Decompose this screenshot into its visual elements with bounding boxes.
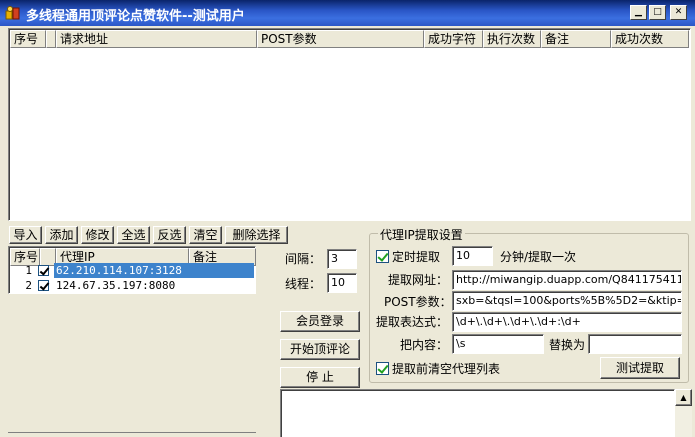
col-success-string[interactable]: 成功字符 — [424, 30, 483, 48]
test-fetch-button[interactable]: 测试提取 — [600, 357, 680, 379]
request-list[interactable]: 序号 请求地址 POST参数 成功字符 执行次数 备注 成功次数 — [8, 28, 691, 221]
proxy-row-ip: 124.67.35.197:8080 — [56, 279, 176, 292]
start-comment-button[interactable]: 开始顶评论 — [280, 339, 360, 360]
stop-button[interactable]: 停 止 — [280, 367, 360, 388]
interval-label: 间隔： — [285, 252, 322, 266]
interval-input[interactable]: 3 — [327, 249, 357, 269]
clear-button[interactable]: 清空 — [189, 226, 222, 244]
proxy-row-ip: 62.210.114.107:3128 — [54, 263, 187, 278]
clear-before-fetch-label[interactable]: 提取前清空代理列表 — [392, 361, 500, 377]
app-icon — [5, 6, 20, 20]
col-request-url[interactable]: 请求地址 — [56, 30, 257, 48]
col-note[interactable]: 备注 — [541, 30, 611, 48]
check-icon[interactable] — [38, 280, 49, 291]
threads-label: 线程： — [285, 277, 322, 291]
delete-selected-button[interactable]: 删除选择 — [225, 226, 288, 244]
col-success-count[interactable]: 成功次数 — [611, 30, 689, 48]
edit-button[interactable]: 修改 — [81, 226, 114, 244]
import-button[interactable]: 导入 — [9, 226, 42, 244]
close-button[interactable]: ✕ — [670, 5, 687, 20]
replace-with-input[interactable] — [588, 334, 682, 354]
replace-content-input[interactable]: \s — [452, 334, 544, 354]
proxy-row-checkbox[interactable] — [36, 278, 54, 293]
post-params-input[interactable]: sxb=&tqsl=100&ports%5B%5D2=&ktip=&sxa=&s… — [452, 291, 682, 311]
post-params-label: POST参数： — [384, 295, 452, 309]
fetch-url-label: 提取网址： — [388, 273, 449, 287]
invert-selection-button[interactable]: 反选 — [153, 226, 186, 244]
proxy-row[interactable]: 2 124.67.35.197:8080 — [10, 278, 254, 293]
window-title: 多线程通用顶评论点赞软件--测试用户 — [26, 9, 245, 24]
regex-label: 提取表达式： — [376, 315, 449, 329]
col-post-params[interactable]: POST参数 — [257, 30, 424, 48]
replace-content-label: 把内容： — [400, 338, 449, 352]
maximize-button[interactable]: □ — [649, 5, 666, 20]
col-exec-count[interactable]: 执行次数 — [483, 30, 541, 48]
timed-fetch-interval-input[interactable]: 10 — [452, 246, 493, 266]
log-scrollbar[interactable]: ▲ — [675, 389, 692, 437]
add-button[interactable]: 添加 — [45, 226, 78, 244]
title-bar[interactable]: 多线程通用顶评论点赞软件--测试用户 ▁ □ ✕ — [0, 0, 695, 26]
select-all-button[interactable]: 全选 — [117, 226, 150, 244]
check-icon[interactable] — [38, 265, 49, 276]
regex-input[interactable]: \d+\.\d+\.\d+\.\d+:\d+ — [452, 312, 682, 332]
clear-before-fetch-checkbox[interactable] — [376, 362, 389, 375]
replace-with-label: 替换为 — [549, 338, 586, 352]
threads-input[interactable]: 10 — [327, 273, 357, 293]
proxy-row-index: 1 — [25, 264, 32, 277]
log-textarea[interactable] — [280, 389, 675, 437]
col-spacer — [46, 30, 56, 48]
minimize-button[interactable]: ▁ — [630, 5, 647, 20]
timed-fetch-checkbox[interactable] — [376, 250, 389, 263]
proxy-row-index: 2 — [25, 279, 32, 292]
bottom-strip — [8, 432, 256, 437]
col-index[interactable]: 序号 — [10, 30, 46, 48]
proxy-row-note — [187, 278, 254, 293]
request-list-header: 序号 请求地址 POST参数 成功字符 执行次数 备注 成功次数 — [10, 30, 689, 48]
timed-fetch-suffix: 分钟/提取一次 — [500, 250, 577, 264]
timed-fetch-label[interactable]: 定时提取 — [392, 249, 440, 265]
proxy-row-note — [187, 263, 254, 278]
proxy-fetch-group-title: 代理IP提取设置 — [378, 226, 465, 243]
scroll-up-icon[interactable]: ▲ — [675, 389, 692, 406]
member-login-button[interactable]: 会员登录 — [280, 311, 360, 332]
proxy-row[interactable]: 1 62.210.114.107:3128 — [10, 263, 254, 278]
proxy-row-checkbox[interactable] — [36, 263, 54, 278]
fetch-url-input[interactable]: http://miwangip.duapp.com/Q841175411.php — [452, 270, 682, 290]
proxy-list[interactable]: 序号 代理IP 备注 1 62.210.114.107:3128 2 124.6… — [8, 246, 256, 294]
